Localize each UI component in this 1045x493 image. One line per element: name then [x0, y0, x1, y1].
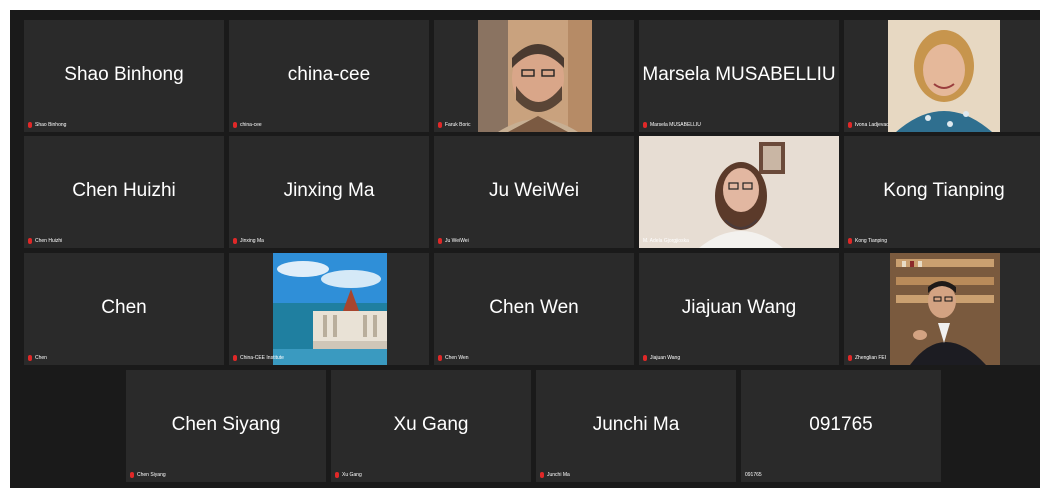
participant-label-text: Chen — [35, 355, 47, 361]
participant-tile-xu-gang[interactable]: Xu Gang Xu Gang — [331, 370, 531, 482]
participant-label: M. Adela Gjorgjioska — [643, 238, 689, 244]
participant-name: Chen — [101, 297, 147, 318]
participant-label-text: Ivona Ladjevac — [855, 122, 889, 128]
mic-muted-icon — [643, 122, 647, 128]
participant-video — [890, 253, 1000, 365]
participant-label-text: Jiajuan Wang — [650, 355, 681, 361]
participant-tile-china-cee[interactable]: china-cee china-cee — [229, 20, 429, 132]
participant-tile-chen-huizhi[interactable]: Chen Huizhi Chen Huizhi — [24, 136, 224, 248]
participant-label-text: Chen Huizhi — [35, 238, 63, 244]
participant-label: Kong Tianping — [848, 238, 887, 244]
participant-name: Chen Wen — [489, 297, 579, 318]
participant-label-text: Marsela MUSABELLIU — [650, 122, 701, 128]
participant-name: china-cee — [287, 64, 371, 85]
participant-video — [273, 253, 387, 365]
participant-name: Ju WeiWei — [488, 180, 580, 201]
participant-label: Chen — [28, 355, 47, 361]
participant-label: Shao Binhong — [28, 122, 66, 128]
participant-label: china-cee — [233, 122, 262, 128]
mic-muted-icon — [848, 238, 852, 244]
participant-label-text: Faruk Boric — [445, 122, 471, 128]
participant-label: 091765 — [745, 472, 762, 478]
participant-tile-zhenglian-fei[interactable]: Zhenglian FEI — [844, 253, 1040, 365]
participant-label: Chen Huizhi — [28, 238, 62, 244]
mic-muted-icon — [438, 355, 442, 361]
participant-label-text: China-CEE Institute — [240, 355, 284, 361]
participant-label: Chen Wen — [438, 355, 469, 361]
mic-muted-icon — [335, 472, 339, 478]
mic-muted-icon — [233, 355, 237, 361]
mic-muted-icon — [848, 355, 852, 361]
mic-muted-icon — [130, 472, 134, 478]
participant-label-text: Chen Wen — [445, 355, 469, 361]
participant-label: Jiajuan Wang — [643, 355, 680, 361]
participant-label: Junchi Ma — [540, 472, 570, 478]
participant-label-text: M. Adela Gjorgjioska — [643, 238, 689, 244]
participant-tile-marsela-musabelliu[interactable]: Marsela MUSABELLIU Marsela MUSABELLIU — [639, 20, 839, 132]
participant-label: Ju WeiWei — [438, 238, 469, 244]
mic-muted-icon — [233, 238, 237, 244]
participant-label-text: china-cee — [240, 122, 262, 128]
participant-video — [478, 20, 592, 132]
participant-label: Marsela MUSABELLIU — [643, 122, 701, 128]
participant-tile-shao-binhong[interactable]: Shao Binhong Shao Binhong — [24, 20, 224, 132]
participant-tile-chen[interactable]: Chen Chen — [24, 253, 224, 365]
participant-name: Shao Binhong — [64, 64, 184, 85]
participant-name: Kong Tianping — [883, 180, 1005, 201]
mic-muted-icon — [28, 355, 32, 361]
gallery-row: Chen Siyang Chen Siyang Xu Gang Xu Gang Junc… — [10, 370, 1040, 482]
gallery-row: Chen Chen China-CEE Institute Chen Wen Chen… — [10, 253, 1040, 365]
participant-name: Jiajuan Wang — [681, 297, 797, 318]
participant-tile-091765[interactable]: 091765 091765 — [741, 370, 941, 482]
gallery-row: Chen Huizhi Chen Huizhi Jinxing Ma Jinxing … — [10, 136, 1040, 248]
mic-muted-icon — [28, 122, 32, 128]
mic-muted-icon — [28, 238, 32, 244]
participant-label-text: Kong Tianping — [855, 238, 887, 244]
participant-name: Chen Huizhi — [72, 180, 176, 201]
participant-label: Jinxing Ma — [233, 238, 264, 244]
participant-label-text: Zhenglian FEI — [855, 355, 887, 361]
participant-name: Junchi Ma — [592, 414, 680, 435]
participant-name: 091765 — [809, 414, 873, 435]
participant-tile-chen-wen[interactable]: Chen Wen Chen Wen — [434, 253, 634, 365]
participant-name: Chen Siyang — [171, 414, 281, 435]
participant-label: Xu Gang — [335, 472, 362, 478]
mic-muted-icon — [233, 122, 237, 128]
participant-label: China-CEE Institute — [233, 355, 284, 361]
participant-label-text: Junchi Ma — [547, 472, 570, 478]
participant-label-text: Ju WeiWei — [445, 238, 469, 244]
participant-tile-faruk-boric[interactable]: Faruk Boric — [434, 20, 634, 132]
participant-label-text: Jinxing Ma — [240, 238, 264, 244]
participant-label-text: Xu Gang — [342, 472, 362, 478]
participant-tile-jinxing-ma[interactable]: Jinxing Ma Jinxing Ma — [229, 136, 429, 248]
participant-tile-kong-tianping[interactable]: Kong Tianping Kong Tianping — [844, 136, 1040, 248]
participant-label-text: Shao Binhong — [35, 122, 67, 128]
participant-tile-junchi-ma[interactable]: Junchi Ma Junchi Ma — [536, 370, 736, 482]
participant-label-text: Chen Siyang — [137, 472, 166, 478]
participant-label: Zhenglian FEI — [848, 355, 886, 361]
participant-tile-chen-siyang[interactable]: Chen Siyang Chen Siyang — [126, 370, 326, 482]
participant-label-text: 091765 — [745, 472, 762, 478]
participant-label: Faruk Boric — [438, 122, 471, 128]
participant-tile-ivona-ladjevac[interactable]: Ivona Ladjevac — [844, 20, 1040, 132]
participant-name: Marsela MUSABELLIU — [642, 64, 836, 85]
participant-label: Ivona Ladjevac — [848, 122, 889, 128]
participant-tile-m-adela-gjorgjioska[interactable]: M. Adela Gjorgjioska — [639, 136, 839, 248]
video-gallery: Shao Binhong Shao Binhong china-cee china-c… — [10, 10, 1040, 488]
gallery-row: Shao Binhong Shao Binhong china-cee china-c… — [10, 20, 1040, 132]
participant-name: Xu Gang — [393, 414, 469, 435]
participant-name: Jinxing Ma — [283, 180, 375, 201]
participant-tile-ju-weiwei[interactable]: Ju WeiWei Ju WeiWei — [434, 136, 634, 248]
participant-tile-china-cee-institute[interactable]: China-CEE Institute — [229, 253, 429, 365]
participant-tile-jiajuan-wang[interactable]: Jiajuan Wang Jiajuan Wang — [639, 253, 839, 365]
participant-video — [639, 136, 839, 248]
mic-muted-icon — [438, 238, 442, 244]
mic-muted-icon — [438, 122, 442, 128]
mic-muted-icon — [643, 355, 647, 361]
mic-muted-icon — [540, 472, 544, 478]
participant-video — [888, 20, 1000, 132]
mic-muted-icon — [848, 122, 852, 128]
participant-label: Chen Siyang — [130, 472, 166, 478]
